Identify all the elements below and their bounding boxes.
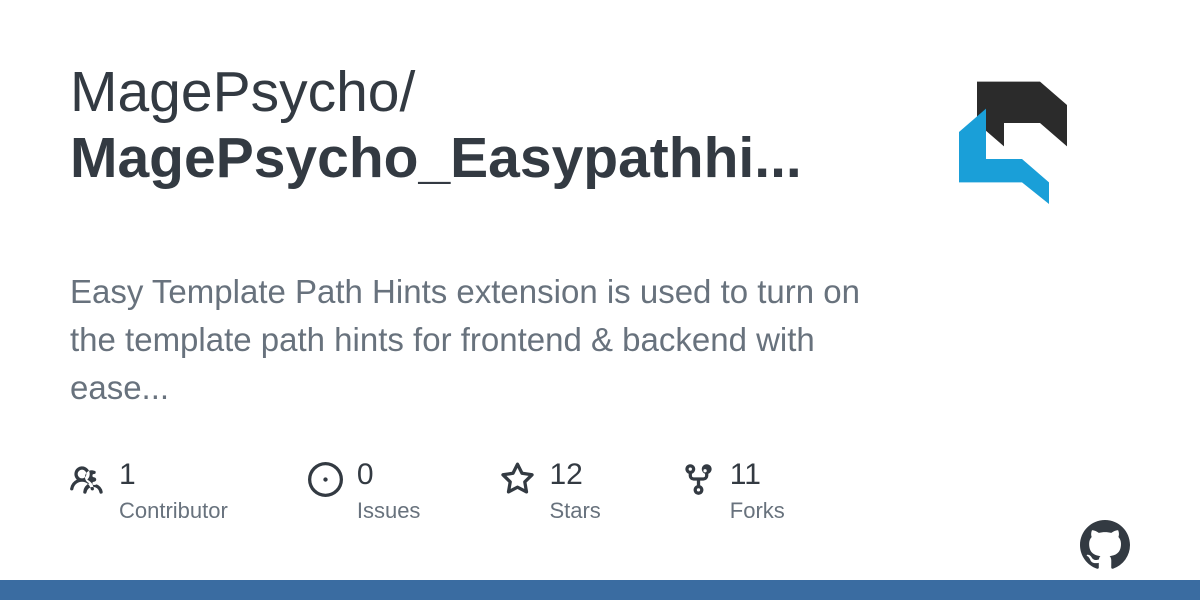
stat-stars: 12 Stars: [500, 460, 600, 524]
star-icon: [500, 462, 535, 497]
github-logo-icon: [1080, 520, 1130, 570]
issues-label: Issues: [357, 498, 421, 524]
stars-label: Stars: [549, 498, 600, 524]
stat-contributors: 1 Contributor: [70, 460, 228, 524]
repo-name: MagePsycho_Easypathhi...: [70, 126, 900, 192]
repo-owner: MagePsycho/: [70, 60, 415, 124]
header: MagePsycho/ MagePsycho_Easypathhi...: [70, 60, 1130, 240]
contributors-label: Contributor: [119, 498, 228, 524]
issues-icon: [308, 462, 343, 497]
fork-icon: [681, 462, 716, 497]
project-logo: [950, 60, 1130, 240]
contributors-count: 1: [119, 460, 228, 490]
contributors-icon: [70, 462, 105, 497]
title-section: MagePsycho/ MagePsycho_Easypathhi...: [70, 60, 900, 191]
stars-count: 12: [549, 460, 600, 490]
repo-description: Easy Template Path Hints extension is us…: [70, 268, 880, 412]
stat-forks: 11 Forks: [681, 460, 785, 524]
stat-issues: 0 Issues: [308, 460, 421, 524]
bottom-accent-bar: [0, 580, 1200, 600]
forks-count: 11: [730, 460, 785, 490]
issues-count: 0: [357, 460, 421, 490]
stats-row: 1 Contributor 0 Issues 12 Stars: [70, 460, 1130, 524]
forks-label: Forks: [730, 498, 785, 524]
repo-title: MagePsycho/ MagePsycho_Easypathhi...: [70, 60, 900, 191]
